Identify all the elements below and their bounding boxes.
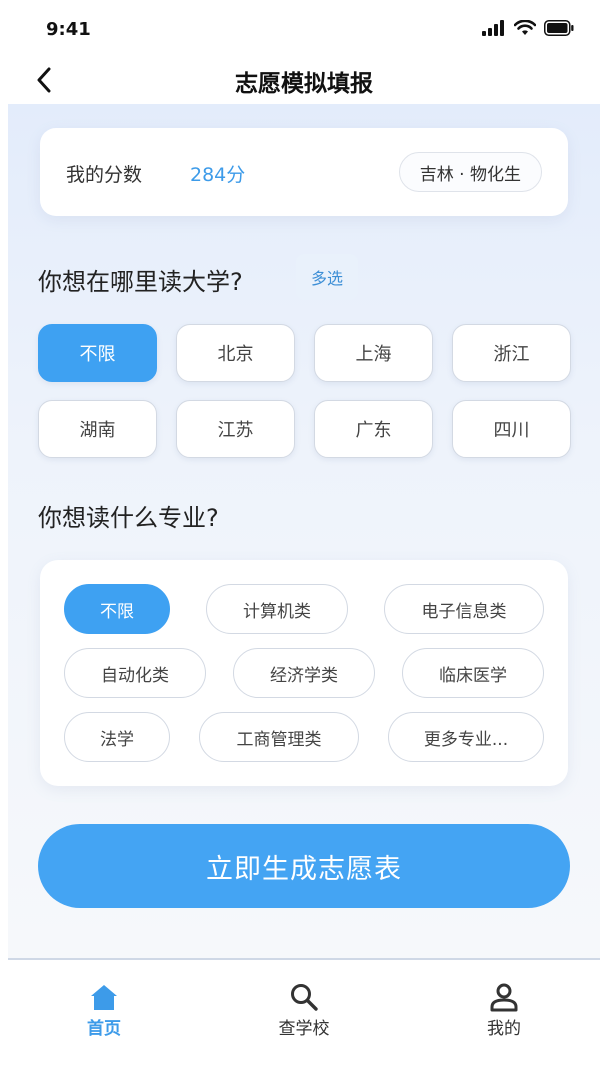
status-time: 9:41 bbox=[46, 19, 91, 40]
signal-icon bbox=[482, 20, 504, 36]
search-icon bbox=[291, 984, 318, 1011]
major-option-electronics[interactable]: 电子信息类 bbox=[384, 584, 544, 634]
score-label: 我的分数 bbox=[66, 164, 143, 186]
city-option-hunan[interactable]: 湖南 bbox=[38, 400, 157, 458]
score-value: 284分 bbox=[190, 164, 246, 186]
major-option-automation[interactable]: 自动化类 bbox=[64, 648, 206, 698]
score-card: 我的分数 284分 吉林 · 物化生 bbox=[40, 128, 568, 216]
major-options-card: 不限 计算机类 电子信息类 自动化类 经济学类 临床医学 法学 工商管理类 更多… bbox=[40, 560, 568, 786]
tab-mine[interactable]: 我的 bbox=[444, 978, 564, 1039]
city-option-zhejiang[interactable]: 浙江 bbox=[452, 324, 571, 382]
major-row: 不限 计算机类 电子信息类 bbox=[64, 584, 544, 634]
battery-icon bbox=[544, 20, 574, 36]
major-option-law[interactable]: 法学 bbox=[64, 712, 170, 762]
tab-search-school-label: 查学校 bbox=[278, 1019, 330, 1039]
major-option-clinical-medicine[interactable]: 临床医学 bbox=[402, 648, 544, 698]
city-option-beijing[interactable]: 北京 bbox=[176, 324, 295, 382]
phone-screen: 9:41 志愿模拟填报 我的分数 284分 吉林 · 物化生 你想在哪里读大学?… bbox=[8, 0, 600, 1060]
nav-bar: 志愿模拟填报 bbox=[8, 58, 600, 104]
tab-home-label: 首页 bbox=[87, 1019, 121, 1039]
home-icon bbox=[91, 985, 117, 1010]
generate-plan-button[interactable]: 立即生成志愿表 bbox=[38, 824, 570, 908]
major-option-computer[interactable]: 计算机类 bbox=[206, 584, 348, 634]
major-option-more[interactable]: 更多专业... bbox=[388, 712, 544, 762]
city-option-guangdong[interactable]: 广东 bbox=[314, 400, 433, 458]
status-icons bbox=[482, 20, 574, 36]
city-option-sichuan[interactable]: 四川 bbox=[452, 400, 571, 458]
bottom-tab-bar: 首页 查学校 我的 bbox=[8, 958, 600, 1060]
wifi-icon bbox=[514, 20, 536, 35]
major-option-unlimited[interactable]: 不限 bbox=[64, 584, 170, 634]
page-title: 志愿模拟填报 bbox=[235, 71, 373, 97]
major-row: 法学 工商管理类 更多专业... bbox=[64, 712, 544, 762]
city-options: 不限 北京 上海 浙江 湖南 江苏 广东 四川 bbox=[38, 324, 572, 458]
status-bar: 9:41 bbox=[8, 0, 600, 58]
city-option-shanghai[interactable]: 上海 bbox=[314, 324, 433, 382]
city-option-jiangsu[interactable]: 江苏 bbox=[176, 400, 295, 458]
tab-home[interactable]: 首页 bbox=[44, 978, 164, 1039]
user-icon bbox=[490, 983, 518, 1012]
location-section-title: 你想在哪里读大学? bbox=[38, 268, 243, 296]
main-content: 我的分数 284分 吉林 · 物化生 你想在哪里读大学? 多选 不限 北京 上海… bbox=[8, 104, 600, 960]
tab-mine-label: 我的 bbox=[487, 1019, 521, 1039]
tab-search-school[interactable]: 查学校 bbox=[244, 978, 364, 1039]
region-subject-chip[interactable]: 吉林 · 物化生 bbox=[398, 152, 542, 192]
major-option-business-admin[interactable]: 工商管理类 bbox=[199, 712, 359, 762]
major-section-title: 你想读什么专业? bbox=[38, 504, 219, 532]
major-option-economics[interactable]: 经济学类 bbox=[233, 648, 375, 698]
major-row: 自动化类 经济学类 临床医学 bbox=[64, 648, 544, 698]
city-option-unlimited[interactable]: 不限 bbox=[38, 324, 157, 382]
multi-select-badge: 多选 bbox=[296, 254, 358, 300]
